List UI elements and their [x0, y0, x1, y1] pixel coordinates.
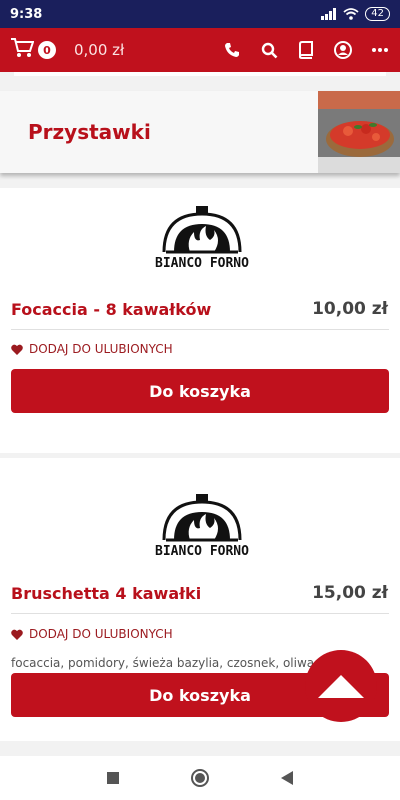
status-icons: 42	[321, 7, 390, 21]
book-icon[interactable]	[296, 40, 316, 60]
system-nav-bar	[0, 756, 400, 800]
product-card: BIANCO FORNO Focaccia - 8 kawałków 10,00…	[0, 188, 400, 453]
brand-logo-text: BIANCO FORNO	[155, 256, 249, 271]
category-banner[interactable]: Przystawki	[0, 91, 400, 173]
cart-total: 0,00 zł	[74, 41, 125, 59]
battery-indicator: 42	[365, 7, 390, 21]
product-name: Bruschetta 4 kawałki	[11, 584, 202, 603]
phone-icon[interactable]	[222, 40, 242, 60]
cart-count-badge: 0	[38, 41, 56, 59]
heart-icon	[11, 629, 23, 640]
brand-logo-text: BIANCO FORNO	[155, 544, 249, 559]
wifi-icon	[343, 8, 359, 20]
brand-logo: BIANCO FORNO	[152, 202, 252, 274]
add-to-favorites[interactable]: DODAJ DO ULUBIONYCH	[11, 627, 173, 641]
product-price: 15,00 zł	[312, 583, 388, 603]
favorite-label: DODAJ DO ULUBIONYCH	[29, 342, 173, 356]
more-icon[interactable]	[370, 40, 390, 60]
back-nav-icon[interactable]	[280, 770, 294, 786]
cart-icon[interactable]	[10, 37, 35, 63]
category-image	[318, 91, 400, 173]
product-price: 10,00 zł	[312, 299, 388, 319]
app-header: 0 0,00 zł	[0, 28, 400, 72]
add-to-cart-button[interactable]: Do koszyka	[11, 369, 389, 413]
square-nav-icon[interactable]	[106, 771, 120, 785]
circle-nav-icon[interactable]	[190, 768, 210, 788]
signal-icon	[321, 8, 337, 20]
divider	[11, 329, 389, 330]
product-description: focaccia, pomidory, świeża bazylia, czos…	[11, 656, 315, 670]
arrow-up-icon	[318, 675, 364, 698]
add-to-favorites[interactable]: DODAJ DO ULUBIONYCH	[11, 342, 173, 356]
header-underline	[14, 72, 386, 76]
status-bar: 9:38 42	[0, 0, 400, 28]
search-icon[interactable]	[259, 40, 279, 60]
scroll-to-top-button[interactable]	[305, 650, 377, 722]
product-name: Focaccia - 8 kawałków	[11, 300, 212, 319]
status-time: 9:38	[10, 6, 43, 22]
brand-logo: BIANCO FORNO	[152, 490, 252, 562]
category-title: Przystawki	[28, 120, 151, 144]
favorite-label: DODAJ DO ULUBIONYCH	[29, 627, 173, 641]
user-icon[interactable]	[333, 40, 353, 60]
divider	[11, 613, 389, 614]
heart-icon	[11, 344, 23, 355]
